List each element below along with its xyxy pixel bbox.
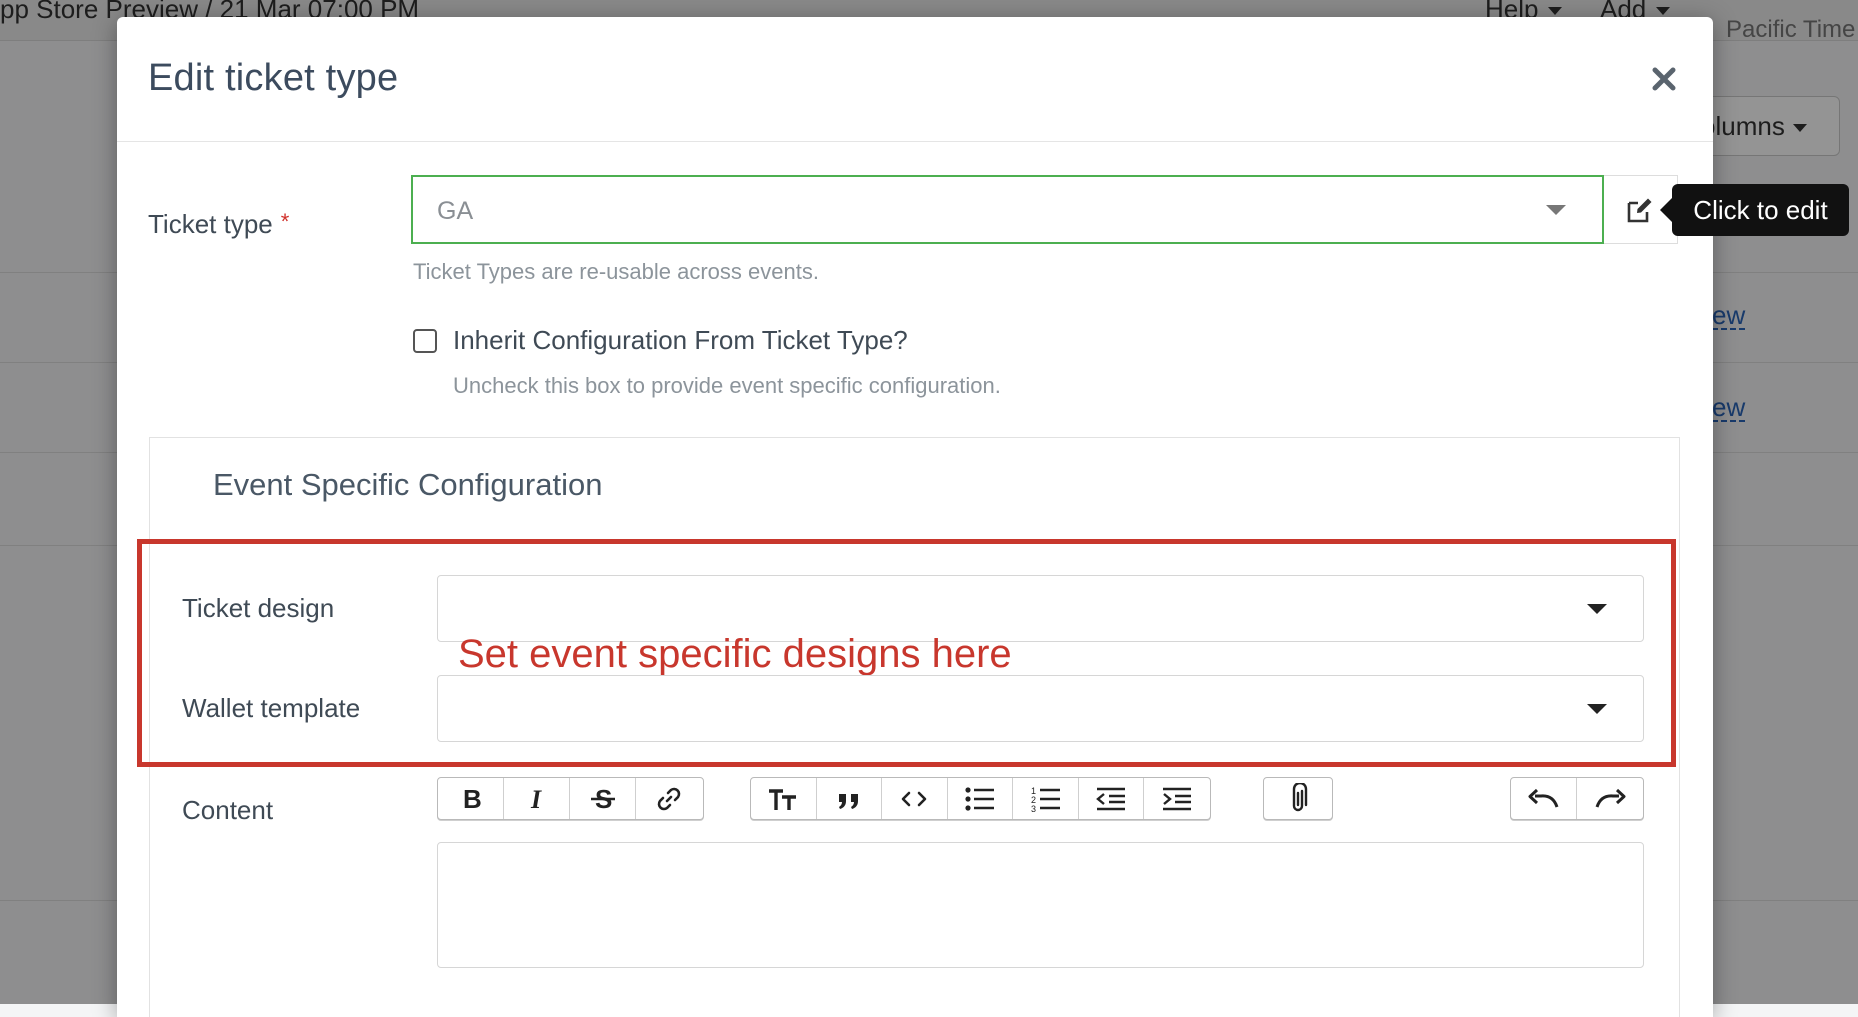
svg-text:3: 3 — [1031, 804, 1036, 813]
attachment-button[interactable] — [1264, 778, 1332, 819]
content-editor[interactable] — [437, 842, 1644, 968]
edit-ticket-type-modal: Edit ticket type Ticket type * GA Ticket … — [117, 17, 1713, 1017]
block-format-toolbar-group: 123 — [750, 777, 1211, 820]
attachment-icon — [1292, 782, 1308, 811]
code-button[interactable] — [882, 778, 948, 819]
close-button[interactable] — [1644, 59, 1684, 99]
undo-icon — [1528, 788, 1558, 808]
bullet-list-icon — [965, 786, 995, 811]
italic-button[interactable]: I — [504, 778, 570, 819]
chevron-down-icon — [1546, 205, 1566, 215]
modal-title: Edit ticket type — [148, 57, 399, 99]
close-icon — [1652, 67, 1676, 91]
content-label: Content — [182, 795, 274, 825]
outdent-icon — [1096, 787, 1126, 810]
redo-icon — [1595, 788, 1626, 808]
text-format-toolbar-group: B I S — [437, 777, 704, 820]
strikethrough-icon: S — [590, 785, 615, 813]
ticket-type-label-text: Ticket type — [148, 209, 273, 239]
numbered-list-button[interactable]: 123 — [1013, 778, 1079, 819]
bold-button[interactable]: B — [438, 778, 504, 819]
annotation-text: Set event specific designs here — [458, 632, 1012, 676]
ticket-type-label: Ticket type * — [148, 209, 289, 240]
italic-icon: I — [530, 786, 542, 812]
ticket-type-value: GA — [437, 197, 474, 225]
outdent-button[interactable] — [1079, 778, 1145, 819]
indent-button[interactable] — [1144, 778, 1210, 819]
chevron-down-icon — [1587, 604, 1607, 614]
inherit-configuration-label[interactable]: Inherit Configuration From Ticket Type? — [453, 325, 908, 356]
svg-text:I: I — [530, 786, 542, 812]
wallet-template-label: Wallet template — [182, 693, 361, 723]
strikethrough-button[interactable]: S — [570, 778, 636, 819]
inherit-configuration-checkbox[interactable] — [413, 329, 437, 353]
ticket-design-label: Ticket design — [182, 593, 335, 623]
modal-header: Edit ticket type — [117, 17, 1713, 142]
ticket-type-select[interactable]: GA — [411, 175, 1604, 244]
section-title: Event Specific Configuration — [213, 467, 603, 502]
svg-text:B: B — [463, 786, 482, 812]
ticket-type-help: Ticket Types are re-usable across events… — [413, 259, 819, 284]
undo-button[interactable] — [1511, 778, 1577, 819]
link-button[interactable] — [636, 778, 702, 819]
code-icon — [902, 791, 927, 806]
attachment-toolbar-group — [1263, 777, 1333, 820]
indent-icon — [1163, 787, 1192, 810]
chevron-down-icon — [1587, 704, 1607, 714]
redo-button[interactable] — [1577, 778, 1643, 819]
wallet-template-select[interactable] — [437, 675, 1644, 742]
history-toolbar-group — [1510, 777, 1644, 820]
heading-button[interactable] — [751, 778, 817, 819]
numbered-list-icon: 123 — [1031, 786, 1060, 813]
link-icon — [657, 787, 681, 810]
edit-tooltip: Click to edit — [1660, 184, 1849, 236]
edit-icon — [1627, 198, 1652, 223]
inherit-configuration-help: Uncheck this box to provide event specif… — [453, 373, 1001, 398]
quote-icon — [838, 793, 858, 809]
quote-button[interactable] — [817, 778, 883, 819]
required-marker: * — [280, 209, 290, 234]
heading-icon — [769, 788, 797, 810]
bullet-list-button[interactable] — [948, 778, 1014, 819]
bold-icon: B — [463, 786, 482, 812]
